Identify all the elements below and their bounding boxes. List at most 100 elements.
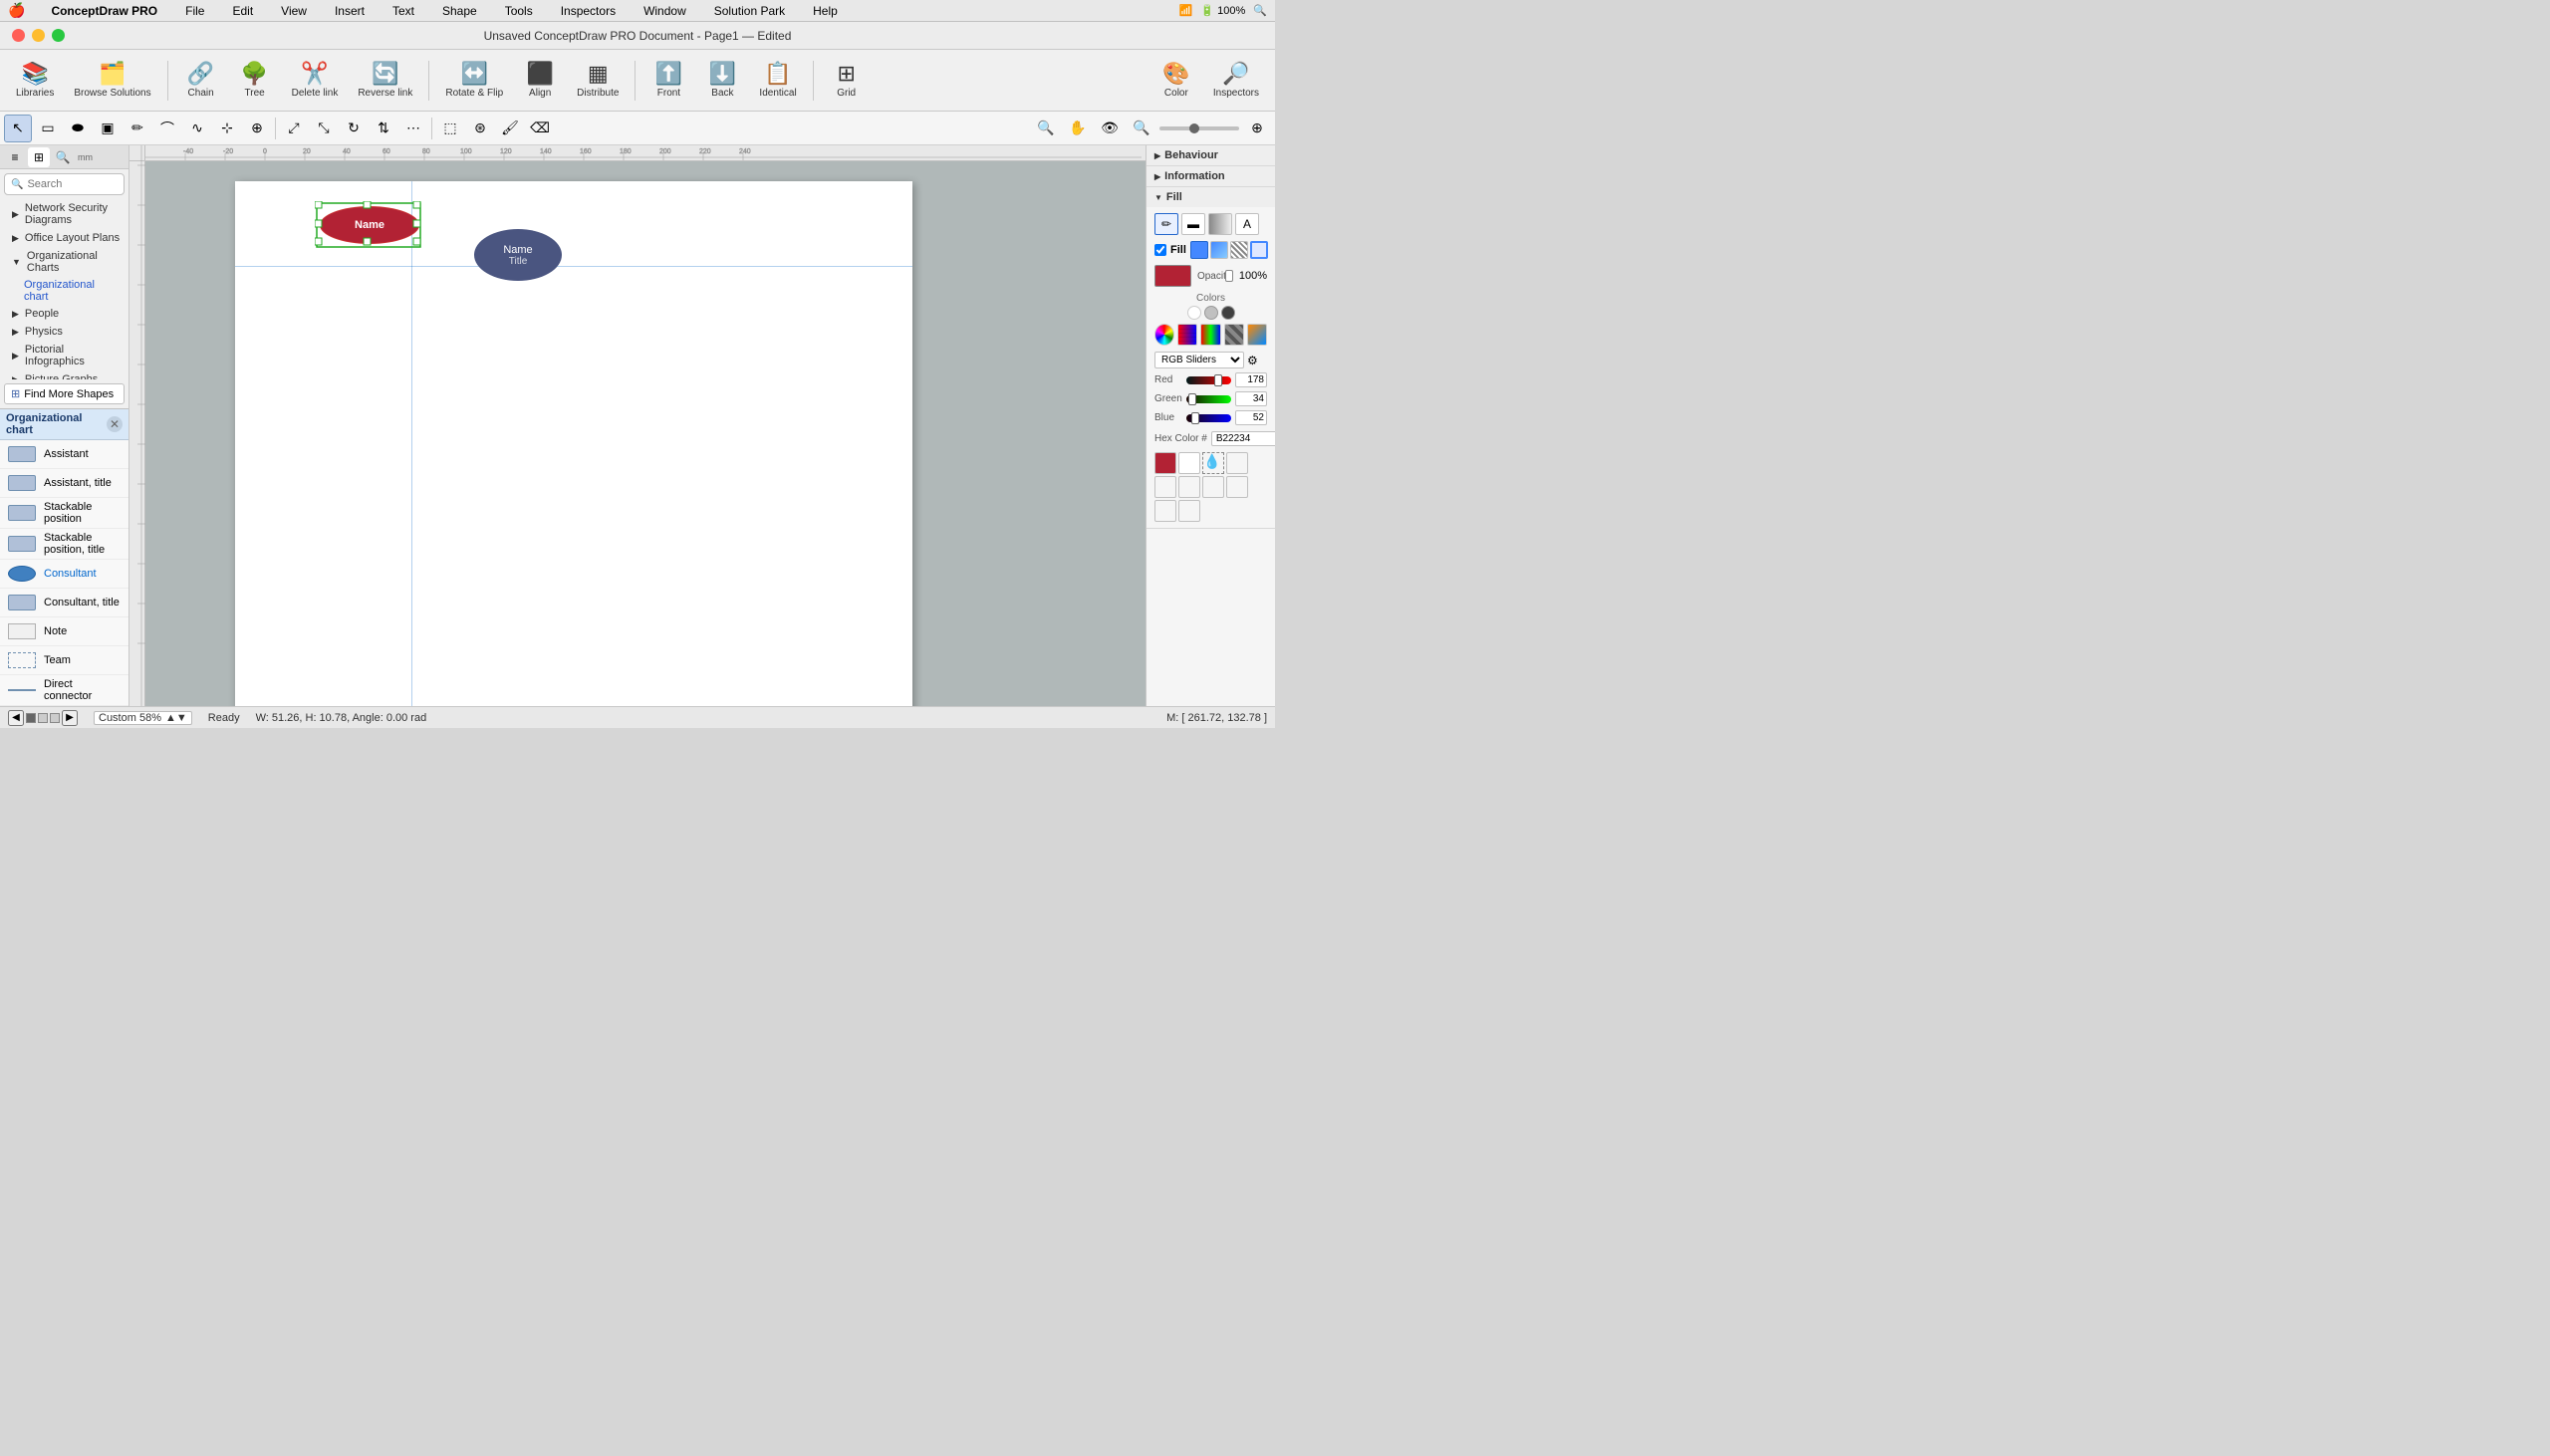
blue-slider[interactable] [1186,414,1231,422]
app-name[interactable]: ConceptDraw PRO [45,2,163,20]
rgb-mode-select[interactable]: RGB Sliders HSB Sliders CMYK Sliders [1154,352,1244,368]
preset-empty3[interactable] [1178,476,1200,498]
inspectors-button[interactable]: 🔎 Inspectors [1205,54,1267,108]
menu-window[interactable]: Window [638,2,692,20]
close-button[interactable] [12,29,25,42]
shape-oval-red[interactable]: Name [320,206,419,244]
zoom-max-button[interactable]: ⊕ [1243,115,1271,142]
align-button[interactable]: ⬛ Align [515,54,565,108]
page-dot-2[interactable] [38,713,48,723]
preset-empty7[interactable] [1178,500,1200,522]
menu-file[interactable]: File [179,2,210,20]
color-button[interactable]: 🎨 Color [1151,54,1201,108]
section-network-header[interactable]: ▶ Network Security Diagrams [0,199,128,229]
preset-pipette[interactable]: 💧 [1202,452,1224,474]
inspector-behaviour-header[interactable]: ▶ Behaviour [1147,145,1275,165]
delete-link-button[interactable]: ✂️ Delete link [284,54,347,108]
panel-tab-list[interactable]: ≡ [4,147,26,167]
menu-inspectors[interactable]: Inspectors [555,2,622,20]
menu-edit[interactable]: Edit [226,2,259,20]
green-value[interactable] [1235,391,1267,406]
inspector-fill-header[interactable]: ▼ Fill [1147,187,1275,207]
find-more-shapes[interactable]: ⊞ Find More Shapes [4,383,125,404]
preset-empty5[interactable] [1226,476,1248,498]
select-tool[interactable]: ↖ [4,115,32,142]
section-orgcharts-header[interactable]: ▼ Organizational Charts [0,247,128,277]
section-office-header[interactable]: ▶ Office Layout Plans [0,229,128,247]
menu-tools[interactable]: Tools [499,2,539,20]
section-picture[interactable]: ▶ Picture Graphs [0,370,128,379]
zoom-arrow-icon[interactable]: ▲▼ [165,712,187,724]
connector-tool[interactable]: ⊹ [213,115,241,142]
section-physics[interactable]: ▶ Physics [0,323,128,341]
page-dot-3[interactable] [50,713,60,723]
section-office[interactable]: ▶ Office Layout Plans [0,229,128,247]
grid-button[interactable]: ⊞ Grid [822,54,872,108]
zoom-select-tool[interactable]: ⬚ [436,115,464,142]
color-wheel-palette[interactable] [1200,324,1220,346]
library-panel-close-button[interactable]: ✕ [107,416,123,432]
bezier-tool[interactable]: ⌒ [153,115,181,142]
menu-insert[interactable]: Insert [329,2,371,20]
crop-tool[interactable]: ⤡ [310,115,338,142]
menu-view[interactable]: View [275,2,313,20]
minimize-button[interactable] [32,29,45,42]
hex-input[interactable] [1211,431,1275,446]
fill-style-pen[interactable]: ✏ [1154,213,1178,235]
page-dot-1[interactable] [26,713,36,723]
menu-shape[interactable]: Shape [436,2,483,20]
library-item-assistant[interactable]: Assistant [0,440,128,469]
menu-help[interactable]: Help [807,2,844,20]
resize-tool[interactable]: ⤢ [280,115,308,142]
fill-checkbox[interactable] [1154,244,1166,256]
color-gray[interactable] [1204,306,1218,320]
zoom-slider[interactable] [1159,126,1239,130]
rotate-tool[interactable]: ↻ [340,115,368,142]
color-wheel-spectrum[interactable] [1154,324,1174,346]
fill-gradient-btn[interactable] [1210,241,1228,259]
lasso-tool[interactable]: ⊛ [466,115,494,142]
fill-image-btn[interactable] [1250,241,1268,259]
paint-tool[interactable]: 🖌 [496,115,524,142]
tree-button[interactable]: 🌳 Tree [230,54,280,108]
inspector-information-header[interactable]: ▶ Information [1147,166,1275,186]
shape-node-2[interactable]: Name Title [474,229,562,281]
flip-tool[interactable]: ⇅ [370,115,397,142]
identical-button[interactable]: 📋 Identical [751,54,804,108]
fill-style-fill[interactable]: ▬ [1181,213,1205,235]
browse-solutions-button[interactable]: 🗂️ Browse Solutions [66,54,158,108]
page-prev-button[interactable]: ◀ [8,710,24,726]
preset-empty2[interactable] [1154,476,1176,498]
section-pictorial[interactable]: ▶ Pictorial Infographics [0,341,128,370]
front-button[interactable]: ⬆️ Front [643,54,693,108]
arc-tool[interactable]: ∿ [183,115,211,142]
apple-menu[interactable]: 🍎 [8,2,25,19]
section-pictorial-header[interactable]: ▶ Pictorial Infographics [0,341,128,370]
canvas-area[interactable]: Name Name Title [145,161,1146,706]
red-slider[interactable] [1186,376,1231,384]
color-white[interactable] [1187,306,1201,320]
canvas-page[interactable]: Name Name Title [235,181,912,706]
zoom-out-button[interactable]: 🔍 [1032,115,1060,142]
color-dark[interactable] [1221,306,1235,320]
library-item-consultant[interactable]: Consultant [0,560,128,589]
section-physics-header[interactable]: ▶ Physics [0,323,128,341]
library-item-team[interactable]: Team [0,646,128,675]
section-people[interactable]: ▶ People [0,305,128,323]
section-orgcharts[interactable]: ▼ Organizational Charts Organizational c… [0,247,128,305]
menu-text[interactable]: Text [386,2,420,20]
fill-pattern-btn[interactable] [1230,241,1248,259]
color-wheel-custom[interactable] [1247,324,1267,346]
rgb-settings-icon[interactable]: ⚙ [1246,353,1259,368]
preset-white[interactable] [1178,452,1200,474]
library-item-assistant-title[interactable]: Assistant, title [0,469,128,498]
blue-value[interactable] [1235,410,1267,425]
shape-oval-blue[interactable]: Name Title [474,229,562,281]
library-item-stackable[interactable]: Stackable position [0,498,128,529]
search-icon[interactable]: 🔍 [1253,4,1267,17]
zoom-area-button[interactable]: 👁 [1096,115,1124,142]
fill-style-gradient[interactable] [1208,213,1232,235]
library-item-stackable-title[interactable]: Stackable position, title [0,529,128,560]
section-people-header[interactable]: ▶ People [0,305,128,323]
distribute-button[interactable]: ▦ Distribute [569,54,627,108]
